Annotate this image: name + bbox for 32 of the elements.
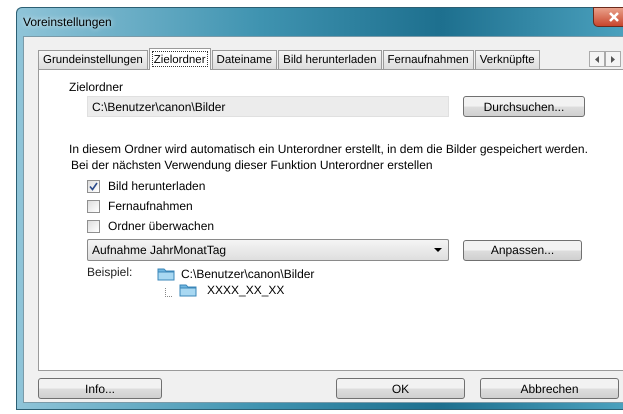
checkbox-label: Ordner überwachen — [108, 219, 214, 233]
folder-path: C:\Benutzer\canon\Bilder — [181, 267, 314, 281]
checkbox-label: Bild herunterladen — [108, 179, 206, 193]
example-label: Beispiel: — [87, 265, 134, 281]
dialog-button[interactable]: Info... — [38, 378, 162, 399]
browse-button[interactable]: Durchsuchen... — [463, 96, 585, 117]
dialog-button[interactable]: Abbrechen — [480, 378, 619, 399]
window-title: Voreinstellungen — [23, 15, 112, 29]
scroll-left-icon[interactable] — [589, 51, 605, 67]
folder-icon — [157, 267, 175, 281]
subfolder-name: XXXX_XX_XX — [207, 283, 284, 297]
field-label: Zielordner — [69, 80, 124, 94]
tab[interactable]: Dateiname — [212, 50, 278, 69]
checkbox-label: Fernaufnahmen — [108, 199, 193, 213]
folder-icon — [179, 283, 197, 297]
naming-dropdown[interactable]: Aufnahme JahrMonatTag — [87, 239, 449, 261]
tab[interactable]: Bild herunterladen — [278, 50, 382, 69]
checkbox[interactable] — [87, 220, 100, 232]
customize-button[interactable]: Anpassen... — [463, 240, 582, 260]
tab[interactable]: Zielordner — [148, 48, 211, 70]
caret-icon — [434, 248, 442, 252]
scroll-right-icon[interactable] — [605, 51, 621, 67]
tree-connector — [165, 288, 173, 297]
checkbox[interactable] — [87, 200, 100, 212]
tab[interactable]: Fernaufnahmen — [382, 50, 474, 69]
folder-path-field[interactable]: C:\Benutzer\canon\Bilder — [87, 96, 449, 117]
description-text: Bei der nächsten Verwendung dieser Funktion Unterordner erstellen — [70, 157, 434, 173]
checkbox[interactable] — [87, 180, 100, 192]
dialog-button[interactable]: OK — [336, 378, 465, 399]
description-text: In diesem Ordner wird automatisch ein Unterordner erstellt, in dem die Bilder gespeichert werden. — [69, 141, 589, 157]
tab[interactable]: Verknüpfte — [474, 50, 540, 69]
tab[interactable]: Grundeinstellungen — [38, 50, 148, 69]
